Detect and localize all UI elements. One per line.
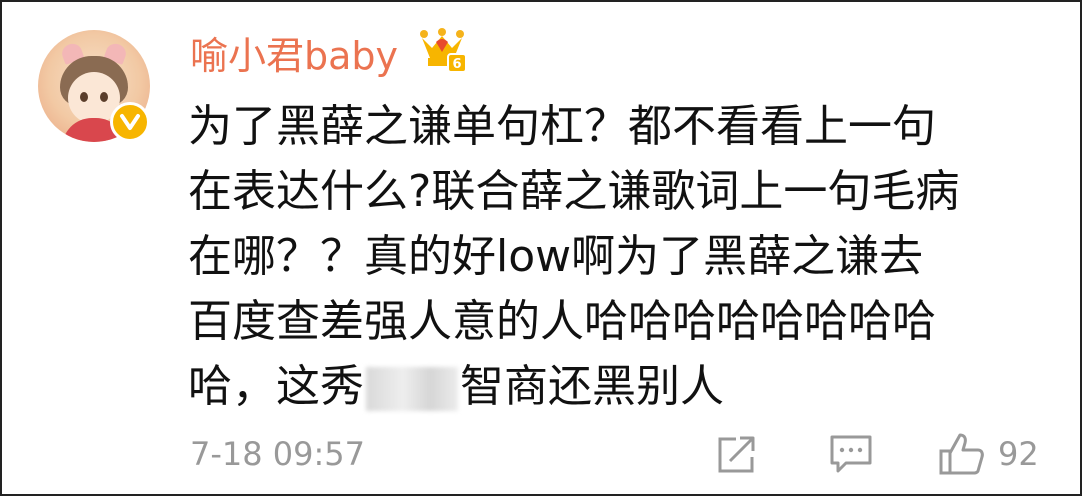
svg-text:6: 6	[452, 57, 461, 72]
comment-card: 喻小君baby 6 为了黑薛之谦单句杠？都不看看上一句 在表达什么?联合薛之谦歌…	[0, 0, 1082, 496]
verified-badge-icon	[110, 102, 150, 142]
comment-line: 在哪？？真的好low啊为了黑薛之谦去	[188, 231, 924, 282]
like-button[interactable]: 92	[938, 430, 1039, 478]
comment-line: 哈，这秀 智商还黑别人	[188, 354, 1048, 419]
avatar-eye	[100, 92, 108, 102]
blurred-text	[366, 367, 458, 411]
timestamp: 7-18 09:57	[190, 435, 366, 473]
comment-line-end: 智商还黑别人	[460, 361, 724, 412]
avatar-eye	[80, 92, 88, 102]
comment-line: 在表达什么?联合薛之谦歌词上一句毛病	[188, 166, 960, 217]
share-button[interactable]	[714, 430, 760, 478]
username-link[interactable]: 喻小君baby	[190, 32, 398, 80]
crown-vip-icon: 6	[418, 28, 468, 74]
share-icon	[718, 436, 755, 473]
comment-line: 百度查差强人意的人哈哈哈哈哈哈哈哈	[188, 296, 936, 347]
thumbs-up-icon	[939, 433, 984, 475]
like-count: 92	[998, 435, 1039, 473]
comment-line: 为了黑薛之谦单句杠？都不看看上一句	[188, 101, 936, 152]
reply-button[interactable]	[828, 430, 874, 478]
comment-text: 为了黑薛之谦单句杠？都不看看上一句 在表达什么?联合薛之谦歌词上一句毛病 在哪？…	[188, 94, 1048, 419]
comment-icon	[830, 435, 872, 473]
comment-line-start: 哈，这秀	[188, 361, 364, 412]
